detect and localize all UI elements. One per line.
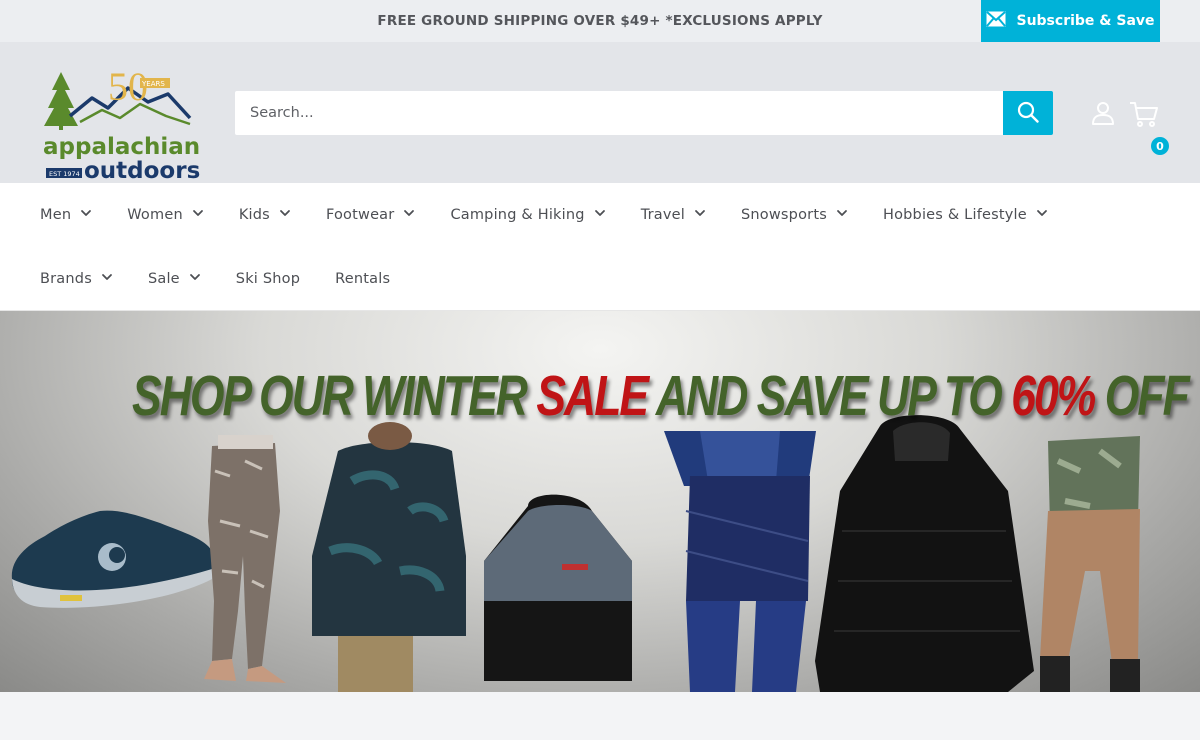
site-header: 50 YEARS appalachian EST 1974 outdoors S… — [0, 42, 1200, 184]
hero-headline: SHOP OUR WINTER SALE AND SAVE UP TO 60% … — [132, 363, 1190, 429]
hero-banner[interactable]: SHOP OUR WINTER SALE AND SAVE UP TO 60% … — [0, 311, 1200, 692]
page-content-area — [0, 692, 1200, 740]
nav-item-label: Snowsports — [741, 207, 827, 223]
chevron-down-icon — [694, 207, 706, 223]
nav-item-sale[interactable]: Sale — [148, 271, 201, 287]
nav-item-footwear[interactable]: Footwear — [326, 207, 415, 223]
chevron-down-icon — [80, 207, 92, 223]
nav-item-brands[interactable]: Brands — [40, 271, 113, 287]
nav-item-label: Kids — [238, 207, 270, 223]
nav-item-men[interactable]: Men — [40, 207, 92, 223]
announcement-bar: FREE GROUND SHIPPING OVER $49+ *EXCLUSIO… — [0, 0, 1200, 42]
nav-item-label: Women — [127, 207, 183, 223]
nav-item-rentals[interactable]: Rentals — [335, 271, 390, 287]
puffer-skirt-image — [664, 431, 816, 692]
chevron-down-icon — [189, 271, 201, 287]
search-button[interactable] — [1003, 91, 1053, 135]
mail-icon — [986, 11, 1007, 31]
subscribe-button[interactable]: Subscribe & Save — [981, 0, 1160, 42]
nav-row: Men Women Kids Footwear Camping & Hiking Trav… — [40, 183, 1160, 247]
chevron-down-icon — [836, 207, 848, 223]
ski-pants-image — [1040, 436, 1140, 692]
chevron-down-icon — [279, 207, 291, 223]
nav-item-label: Hobbies & Lifestyle — [882, 207, 1027, 223]
nav-item-label: Footwear — [325, 207, 395, 223]
svg-text:EST 1974: EST 1974 — [49, 170, 80, 178]
hero-headline-part3: OFF — [1094, 364, 1190, 428]
search-bar — [235, 91, 1053, 135]
nav-item-label: Ski Shop — [235, 271, 301, 287]
subscribe-label: Subscribe & Save — [1016, 13, 1155, 29]
nav-item-label: Brands — [40, 271, 92, 287]
nav-item-camping-and-hiking[interactable]: Camping & Hiking — [450, 207, 605, 223]
svg-text:outdoors: outdoors — [84, 158, 200, 184]
svg-text:YEARS: YEARS — [141, 80, 165, 88]
nav-item-label: Camping & Hiking — [450, 207, 585, 223]
hero-sale-word: SALE — [536, 364, 649, 428]
nav-item-label: Sale — [147, 271, 180, 287]
nav-item-women[interactable]: Women — [127, 207, 204, 223]
shoe-image — [11, 510, 212, 608]
account-icon[interactable] — [1091, 101, 1115, 129]
nav-item-label: Rentals — [335, 271, 391, 287]
nav-item-snowsports[interactable]: Snowsports — [741, 207, 848, 223]
search-icon — [1017, 101, 1039, 126]
nav-row: Brands Sale Ski Shop Rentals — [40, 247, 1160, 311]
parka-image — [815, 415, 1034, 692]
chevron-down-icon — [594, 207, 606, 223]
chevron-down-icon — [403, 207, 415, 223]
cart-icon[interactable] — [1129, 100, 1159, 132]
leggings-image — [204, 435, 286, 683]
anorak-image — [484, 494, 632, 681]
shipping-announcement: FREE GROUND SHIPPING OVER $49+ *EXCLUSIO… — [377, 13, 823, 29]
nav-item-hobbies-and-lifestyle[interactable]: Hobbies & Lifestyle — [883, 207, 1048, 223]
nav-item-travel[interactable]: Travel — [641, 207, 706, 223]
chevron-down-icon — [192, 207, 204, 223]
chevron-down-icon — [1036, 207, 1048, 223]
pine-tree-icon — [44, 72, 78, 130]
hero-headline-part2: AND SAVE UP TO — [647, 364, 1012, 428]
nav-item-ski-shop[interactable]: Ski Shop — [236, 271, 300, 287]
nav-item-kids[interactable]: Kids — [239, 207, 291, 223]
hero-headline-part1: SHOP OUR WINTER — [132, 364, 537, 428]
nav-item-label: Travel — [640, 207, 685, 223]
svg-text:appalachian: appalachian — [43, 134, 200, 160]
chevron-down-icon — [101, 271, 113, 287]
site-logo[interactable]: 50 YEARS appalachian EST 1974 outdoors — [40, 64, 202, 206]
camo-jacket-image — [312, 422, 466, 692]
hero-discount: 60% — [1011, 364, 1096, 428]
nav-item-label: Men — [40, 207, 72, 223]
cart-count-badge: 0 — [1150, 136, 1170, 156]
search-input[interactable] — [235, 91, 1003, 135]
